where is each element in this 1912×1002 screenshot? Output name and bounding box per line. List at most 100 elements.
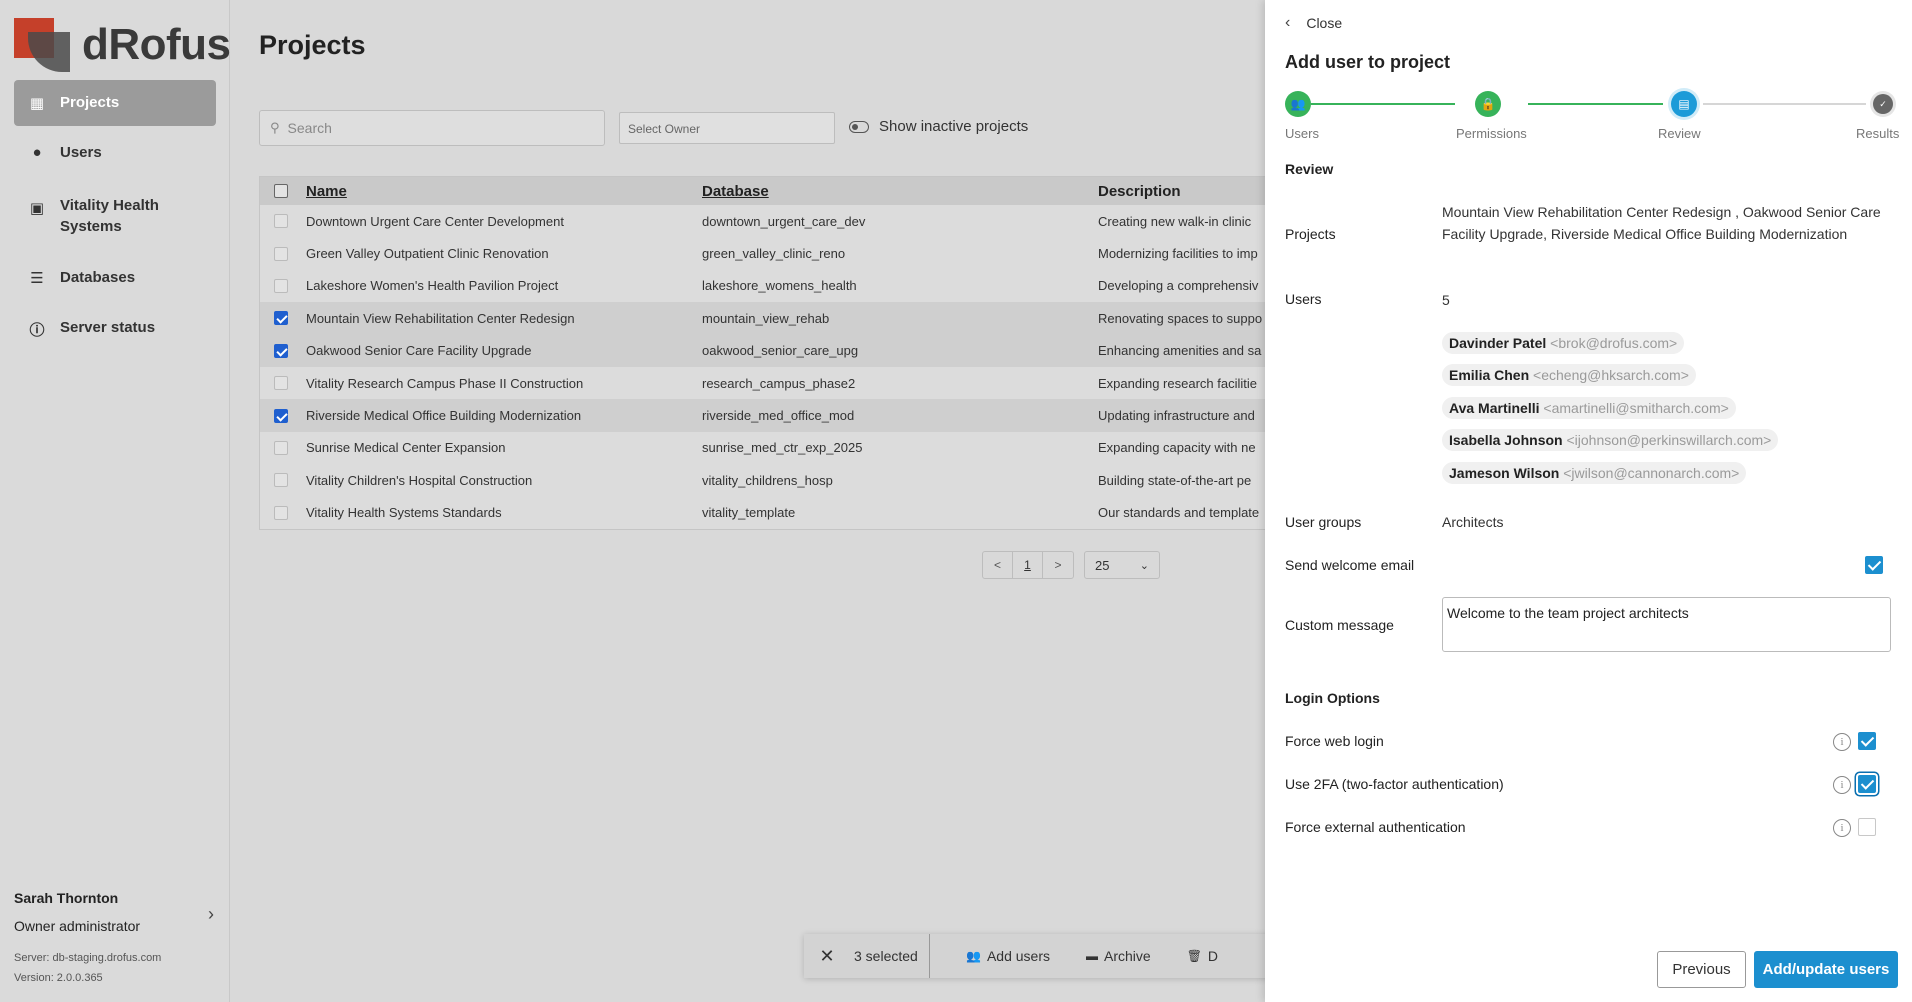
welcome-email-checkbox[interactable] (1865, 556, 1883, 574)
sidebar-item-projects[interactable]: ▦ Projects (14, 80, 216, 126)
project-name[interactable]: Mountain View Rehabilitation Center Rede… (306, 311, 702, 326)
user-name: Sarah Thornton (14, 890, 119, 906)
step-permissions-icon[interactable]: 🔒 (1475, 91, 1501, 117)
logo-mark-icon (14, 18, 70, 72)
project-name[interactable]: Sunrise Medical Center Expansion (306, 440, 702, 455)
prev-page-button[interactable]: < (983, 552, 1013, 578)
info-icon[interactable]: i (1833, 819, 1851, 837)
project-description: Our standards and template (1098, 505, 1260, 521)
sidebar-item-server-status[interactable]: ⓘ Server status (14, 305, 216, 354)
column-name[interactable]: Name (306, 183, 702, 200)
user-chip: Davinder Patel <brok@drofus.com> (1442, 332, 1685, 354)
table-row[interactable]: Downtown Urgent Care Center Development d… (260, 205, 1266, 237)
info-icon[interactable]: i (1833, 733, 1851, 751)
delete-button[interactable]: 🗑 D (1187, 948, 1218, 964)
table-row[interactable]: Green Valley Outpatient Clinic Renovatio… (260, 237, 1266, 269)
table-row[interactable]: Vitality Health Systems Standards vitalit… (260, 497, 1266, 529)
project-name[interactable]: Downtown Urgent Care Center Development (306, 214, 702, 229)
page-size-select[interactable]: 25 ⌄ (1084, 551, 1160, 579)
force-web-login-checkbox[interactable] (1858, 732, 1876, 750)
row-checkbox[interactable] (274, 214, 288, 229)
page-number[interactable]: 1 (1013, 552, 1043, 578)
selection-action-bar: ✕ 3 selected 👥 Add users ▬ Archive 🗑 D (804, 934, 1274, 978)
owner-select[interactable]: Select Owner (619, 112, 835, 144)
project-name[interactable]: Vitality Children's Hospital Constructio… (306, 473, 702, 488)
archive-icon: ▬ (1086, 949, 1098, 963)
drofus-logo[interactable]: dRofus (14, 18, 231, 72)
user-chip-email: <amartinelli@smitharch.com> (1543, 399, 1729, 416)
close-button[interactable]: ‹ Close (1285, 14, 1342, 32)
row-checkbox[interactable] (274, 278, 288, 293)
row-checkbox[interactable] (274, 246, 288, 261)
project-database: lakeshore_womens_health (702, 278, 857, 294)
table-row[interactable]: Mountain View Rehabilitation Center Rede… (260, 302, 1266, 335)
step-users-icon[interactable]: 👥 (1285, 91, 1311, 117)
sidebar-nav: ▦ Projects ● Users ▣ Vitality Health Sys… (14, 80, 216, 358)
show-inactive-toggle[interactable]: Show inactive projects (849, 118, 1028, 135)
force-external-auth-checkbox[interactable] (1858, 818, 1876, 836)
use-2fa-label: Use 2FA (two-factor authentication) (1285, 776, 1504, 792)
table-row[interactable]: Oakwood Senior Care Facility Upgrade oakw… (260, 334, 1266, 367)
current-user[interactable]: Sarah Thornton Owner administrator › Ser… (14, 890, 214, 984)
toggle-icon[interactable] (849, 120, 869, 133)
project-database: research_campus_phase2 (702, 375, 856, 391)
add-user-panel: ‹ Close Add user to project 👥 🔒 ▤ ✓ User… (1265, 0, 1912, 1002)
sidebar-item-users[interactable]: ● Users (14, 130, 216, 175)
table-row[interactable]: Riverside Medical Office Building Modern… (260, 399, 1266, 432)
project-name[interactable]: Vitality Health Systems Standards (306, 505, 702, 520)
sidebar-item-vitality-health-systems[interactable]: ▣ Vitality Health Systems (14, 179, 216, 251)
user-chip-list: Davinder Patel <brok@drofus.com> Emilia C… (1442, 332, 1779, 494)
project-name[interactable]: Riverside Medical Office Building Modern… (306, 408, 702, 423)
project-name[interactable]: Oakwood Senior Care Facility Upgrade (306, 343, 702, 358)
user-chip: Emilia Chen <echeng@hksarch.com> (1442, 364, 1696, 387)
building-icon: ▦ (29, 95, 45, 112)
user-chip-row: Davinder Patel <brok@drofus.com> (1442, 332, 1778, 364)
project-name[interactable]: Lakeshore Women's Health Pavilion Projec… (306, 278, 702, 293)
previous-button[interactable]: Previous (1657, 951, 1746, 988)
custom-message-label: Custom message (1285, 617, 1394, 633)
pagination: < 1 > (982, 551, 1074, 579)
project-database: vitality_childrens_hosp (702, 472, 833, 488)
sidebar: dRofus ▦ Projects ● Users ▣ Vitality Hea… (0, 0, 231, 1002)
use-2fa-checkbox[interactable] (1858, 775, 1876, 793)
column-database[interactable]: Database (702, 183, 1098, 200)
table-row[interactable]: Vitality Children's Hospital Constructio… (260, 464, 1266, 496)
row-checkbox[interactable] (274, 311, 288, 326)
table-row[interactable]: Lakeshore Women's Health Pavilion Projec… (260, 270, 1266, 302)
next-page-button[interactable]: > (1043, 552, 1073, 578)
step-review-icon[interactable]: ▤ (1671, 91, 1697, 117)
search-input[interactable]: ⚲ Search (259, 110, 605, 146)
row-checkbox[interactable] (274, 505, 288, 520)
add-update-users-button[interactable]: Add/update users (1754, 951, 1898, 988)
add-users-icon: 👥 (966, 949, 981, 963)
project-database: vitality_template (702, 505, 796, 521)
chevron-right-icon[interactable]: › (208, 904, 214, 925)
table-row[interactable]: Sunrise Medical Center Expansion sunrise_… (260, 432, 1266, 464)
chevron-left-icon: ‹ (1285, 14, 1291, 31)
projects-label: Projects (1285, 226, 1336, 242)
sidebar-item-databases[interactable]: ☰ Databases (14, 255, 216, 301)
user-chip-email: <echeng@hksarch.com> (1533, 367, 1689, 384)
info-icon[interactable]: i (1833, 776, 1851, 794)
custom-message-input[interactable]: Welcome to the team project architects (1442, 597, 1891, 652)
sidebar-item-label: Server status (60, 319, 156, 336)
project-name[interactable]: Green Valley Outpatient Clinic Renovatio… (306, 246, 702, 261)
project-database: riverside_med_office_mod (702, 408, 855, 424)
project-name[interactable]: Vitality Research Campus Phase II Constr… (306, 376, 702, 391)
add-users-button[interactable]: 👥 Add users (966, 948, 1050, 964)
row-checkbox[interactable] (274, 473, 288, 488)
row-checkbox[interactable] (274, 376, 288, 391)
clear-selection-icon[interactable]: ✕ (804, 946, 850, 967)
row-checkbox[interactable] (274, 408, 288, 423)
project-description: Expanding capacity with ne (1098, 440, 1256, 456)
archive-button[interactable]: ▬ Archive (1086, 948, 1151, 964)
project-description: Creating new walk-in clinic (1098, 213, 1252, 229)
project-description: Expanding research facilitie (1098, 375, 1257, 391)
info-icon: ⓘ (29, 322, 45, 339)
table-row[interactable]: Vitality Research Campus Phase II Constr… (260, 367, 1266, 399)
user-chip-row: Emilia Chen <echeng@hksarch.com> (1442, 364, 1778, 396)
select-all-checkbox[interactable] (274, 184, 288, 198)
row-checkbox[interactable] (274, 343, 288, 358)
step-permissions-label: Permissions (1456, 126, 1527, 141)
row-checkbox[interactable] (274, 440, 288, 455)
